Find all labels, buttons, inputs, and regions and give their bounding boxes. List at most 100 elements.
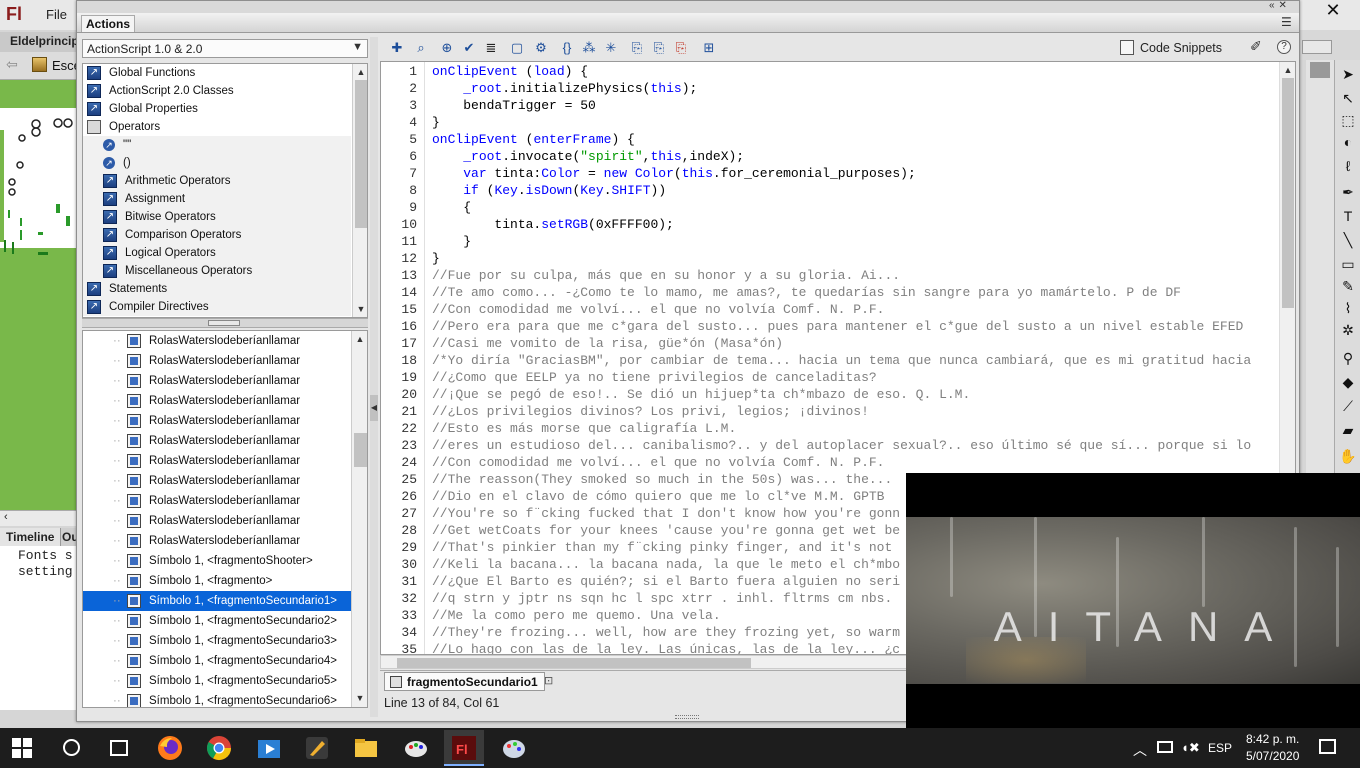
stage-horizontal-scrollbar[interactable]: ‹	[0, 510, 80, 526]
actions-panel-title[interactable]: Actions	[81, 15, 136, 32]
show-code-hint-icon[interactable]: ▢	[508, 39, 526, 57]
scrollbar-thumb[interactable]	[1282, 78, 1294, 308]
rectangle-tool-icon[interactable]: ▭	[1337, 254, 1359, 274]
script-nav-item[interactable]: ·· RolasWaterslodeberíanllamar	[83, 411, 351, 431]
stage-canvas[interactable]	[0, 80, 80, 510]
script-nav-item[interactable]: ·· RolasWaterslodeberíanllamar	[83, 431, 351, 451]
firefox-icon[interactable]	[156, 734, 184, 762]
code-line[interactable]: }	[432, 114, 440, 131]
code-line[interactable]: //That's pinkier than my f¨cking pinky f…	[432, 539, 892, 556]
code-snippets-button[interactable]: Code Snippets	[1140, 39, 1222, 57]
script-navigator-scrollbar[interactable]: ▲ ▼	[351, 331, 367, 707]
code-line[interactable]: var tinta:Color = new Color(this.for_cer…	[432, 165, 916, 182]
windows-start-icon[interactable]	[12, 738, 32, 758]
collapse-left-icon[interactable]: ◀	[370, 395, 378, 421]
pane-splitter[interactable]	[82, 318, 368, 328]
tree-item[interactable]: ↗ ()	[83, 154, 351, 172]
search-icon[interactable]	[63, 739, 80, 756]
auto-format-icon[interactable]: ≣	[482, 39, 500, 57]
code-line[interactable]: //Casi me vomito de la risa, güe*ón (Mas…	[432, 335, 783, 352]
panel-collapse-controls[interactable]: «✕	[1269, 0, 1291, 11]
script-nav-item[interactable]: ·· Símbolo 1, <fragmentoSecundario4>	[83, 651, 351, 671]
code-line[interactable]: //Con comodidad me volví... el que no vo…	[432, 454, 884, 471]
resize-grip[interactable]	[675, 715, 699, 719]
hand-tool-icon[interactable]: ✋	[1337, 446, 1359, 466]
code-line[interactable]: bendaTrigger = 50	[432, 97, 596, 114]
subselection-tool-icon[interactable]: ↖	[1337, 88, 1359, 108]
flash-taskbar-button[interactable]: Fl	[444, 730, 484, 766]
file-explorer-icon[interactable]	[352, 734, 380, 762]
tree-item[interactable]: ↗ ""	[83, 136, 351, 154]
splitter-grip[interactable]	[208, 320, 240, 326]
collapse-selection-icon[interactable]: ⁂	[580, 39, 598, 57]
help-icon[interactable]: ?	[1277, 40, 1291, 54]
debug-options-icon[interactable]: ⚙	[532, 39, 550, 57]
code-line[interactable]: onClipEvent (enterFrame) {	[432, 131, 635, 148]
script-nav-item[interactable]: ·· Símbolo 1, <fragmentoSecundario5>	[83, 671, 351, 691]
insert-target-path-icon[interactable]: ⊕	[438, 39, 456, 57]
script-nav-item[interactable]: ·· Símbolo 1, <fragmento>	[83, 571, 351, 591]
code-line[interactable]: //Fue por su culpa, más que en su honor …	[432, 267, 900, 284]
code-line[interactable]: }	[432, 233, 471, 250]
scrollbar-thumb[interactable]	[354, 433, 367, 467]
code-line[interactable]: //¿Como que EELP ya no tiene privilegios…	[432, 369, 877, 386]
chrome-icon[interactable]	[205, 734, 233, 762]
tree-item[interactable]: ↗ Global Functions	[83, 64, 351, 82]
script-nav-item[interactable]: ·· RolasWaterslodeberíanllamar	[83, 351, 351, 371]
eyedropper-tool-icon[interactable]: ⟋	[1337, 396, 1359, 416]
toolbox-tree-scrollbar[interactable]: ▲ ▼	[352, 64, 367, 317]
scroll-down-icon[interactable]: ▼	[354, 691, 366, 705]
clock-time[interactable]: 8:42 p. m.	[1246, 732, 1299, 746]
script-nav-item[interactable]: ·· RolasWaterslodeberíanllamar	[83, 531, 351, 551]
tree-item[interactable]: ↗ Bitwise Operators	[83, 208, 351, 226]
tab-timeline[interactable]: Timeline	[0, 528, 62, 546]
selection-tool-icon[interactable]: ➤	[1337, 64, 1359, 84]
script-nav-item[interactable]: ·· RolasWaterslodeberíanllamar	[83, 471, 351, 491]
code-line[interactable]: _root.invocate("spirit",this,indeX);	[432, 148, 744, 165]
tree-item[interactable]: ↗ Logical Operators	[83, 244, 351, 262]
tab-script[interactable]: fragmentoSecundario1	[384, 672, 545, 691]
deco-tool-icon[interactable]: ✲	[1337, 320, 1359, 340]
code-horizontal-scrollbar[interactable]	[380, 655, 908, 669]
scroll-up-icon[interactable]: ▲	[355, 65, 367, 79]
code-line[interactable]: //q strn y jptr ns sqn hc l spc xtrr . i…	[432, 590, 892, 607]
pen-tool-app-icon[interactable]	[303, 734, 331, 762]
code-line[interactable]: //Te amo como... -¿Como te lo mamo, me a…	[432, 284, 1181, 301]
scroll-up-icon[interactable]: ▲	[1282, 63, 1294, 77]
paint-3d-icon[interactable]	[500, 734, 528, 762]
notifications-icon[interactable]	[1319, 739, 1336, 754]
code-line[interactable]: //eres un estudioso del... canibalismo?.…	[432, 437, 1251, 454]
code-line[interactable]: //Pero era para que me c*gara del susto.…	[432, 318, 1243, 335]
script-nav-item[interactable]: ·· Símbolo 1, <fragmentoSecundario6>	[83, 691, 351, 707]
brush-tool-icon[interactable]: ⌇	[1337, 298, 1359, 318]
tree-item[interactable]: ↗ Statements	[83, 280, 351, 298]
code-line[interactable]: //The reasson(They smoked so much in the…	[432, 471, 892, 488]
free-transform-tool-icon[interactable]: ⬚	[1337, 110, 1359, 130]
code-line[interactable]: /*Yo diría "GraciasBM", por cambiar de t…	[432, 352, 1251, 369]
code-line[interactable]: tinta.setRGB(0xFFFF00);	[432, 216, 673, 233]
remove-comment-icon[interactable]: ⎘	[672, 39, 690, 57]
code-line[interactable]: //Keli la bacana... la bacana nada, la q…	[432, 556, 900, 573]
add-statement-icon[interactable]: ✚	[388, 39, 406, 57]
apply-line-comment-icon[interactable]: ⎘	[650, 39, 668, 57]
code-line[interactable]: //Dio en el clavo de cómo quiero que me …	[432, 488, 884, 505]
script-nav-item[interactable]: ·· Símbolo 1, <fragmentoSecundario2>	[83, 611, 351, 631]
apply-block-comment-icon[interactable]: ⎘	[628, 39, 646, 57]
lasso-tool-icon[interactable]: ℓ	[1337, 156, 1359, 176]
code-line[interactable]: //¿Los privilegios divinos? Los privi, l…	[432, 403, 869, 420]
3d-rotation-tool-icon[interactable]: ◐	[1337, 132, 1359, 152]
script-nav-item[interactable]: ·· Símbolo 1, <fragmentoSecundario3>	[83, 631, 351, 651]
close-window-button[interactable]: ✕	[1306, 0, 1360, 22]
find-icon[interactable]: ⌕	[412, 39, 430, 57]
script-nav-item[interactable]: ·· RolasWaterslodeberíanllamar	[83, 511, 351, 531]
tree-item[interactable]: ↗ Global Properties	[83, 100, 351, 118]
task-view-icon[interactable]	[110, 740, 128, 756]
bone-tool-icon[interactable]: ⚲	[1337, 348, 1359, 368]
chevron-up-icon[interactable]: ︿	[1133, 740, 1147, 760]
actions-panel-grip[interactable]: «✕	[77, 0, 1299, 13]
eraser-tool-icon[interactable]: ▰	[1337, 420, 1359, 440]
code-line[interactable]: if (Key.isDown(Key.SHIFT))	[432, 182, 666, 199]
code-line[interactable]: //Me la como pero me quemo. Una vela.	[432, 607, 721, 624]
code-snippets-icon[interactable]	[1120, 40, 1134, 55]
network-icon[interactable]	[1157, 741, 1173, 753]
